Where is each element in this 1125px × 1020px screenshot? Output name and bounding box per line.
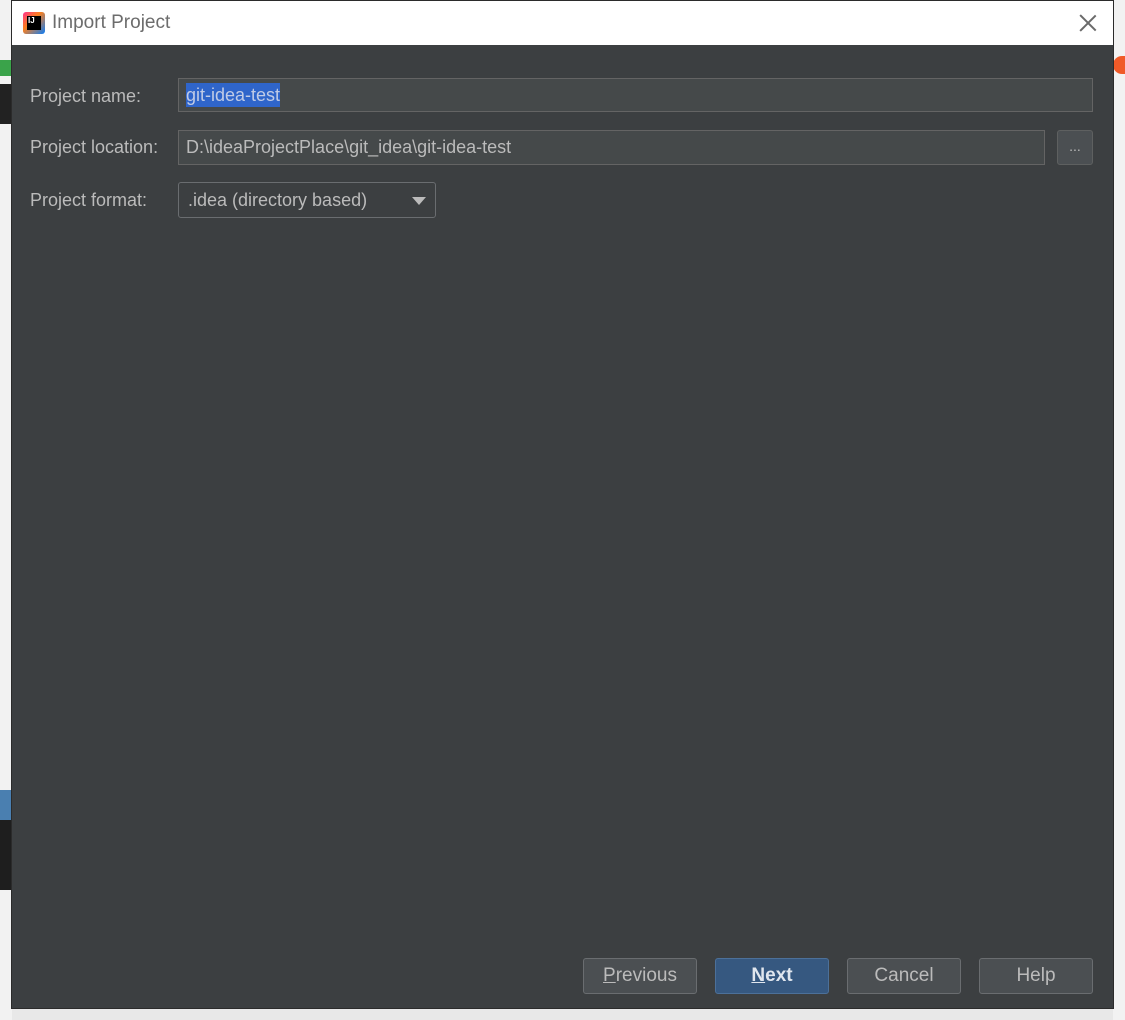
background-badge	[1113, 56, 1125, 74]
next-label: ext	[765, 965, 793, 986]
project-format-value: .idea (directory based)	[188, 189, 368, 210]
project-format-row: Project format:	[30, 185, 178, 215]
import-project-dialog: IJ Import Project Project name: git-idea…	[11, 0, 1114, 1009]
cancel-button[interactable]: Cancel	[847, 958, 961, 994]
project-location-row: Project location:	[30, 132, 178, 162]
dialog-title: Import Project	[52, 12, 171, 33]
dialog-titlebar: IJ Import Project	[12, 1, 1113, 45]
previous-button[interactable]: Previous	[583, 958, 697, 994]
project-location-value: D:\ideaProjectPlace\git_idea\git-idea-te…	[186, 137, 512, 157]
browse-button[interactable]: ...	[1057, 130, 1093, 165]
project-name-value: git-idea-test	[186, 83, 281, 107]
chevron-down-icon	[412, 197, 426, 205]
project-format-label: Project format:	[30, 189, 148, 210]
intellij-idea-icon: IJ	[23, 12, 45, 34]
project-location-label: Project location:	[30, 136, 159, 157]
close-icon[interactable]	[1077, 12, 1099, 34]
next-mnemonic: N	[751, 965, 766, 986]
project-name-input[interactable]: git-idea-test	[178, 78, 1093, 112]
help-button[interactable]: Help	[979, 958, 1093, 994]
previous-mnemonic: P	[603, 965, 616, 986]
next-button[interactable]: Next	[715, 958, 829, 994]
project-name-row: Project name:	[30, 81, 178, 111]
background-window-right	[1113, 0, 1125, 1020]
previous-label: revious	[615, 965, 677, 986]
project-name-label: Project name:	[30, 85, 142, 106]
project-location-input[interactable]: D:\ideaProjectPlace\git_idea\git-idea-te…	[178, 130, 1045, 165]
project-format-select[interactable]: .idea (directory based)	[178, 182, 436, 218]
